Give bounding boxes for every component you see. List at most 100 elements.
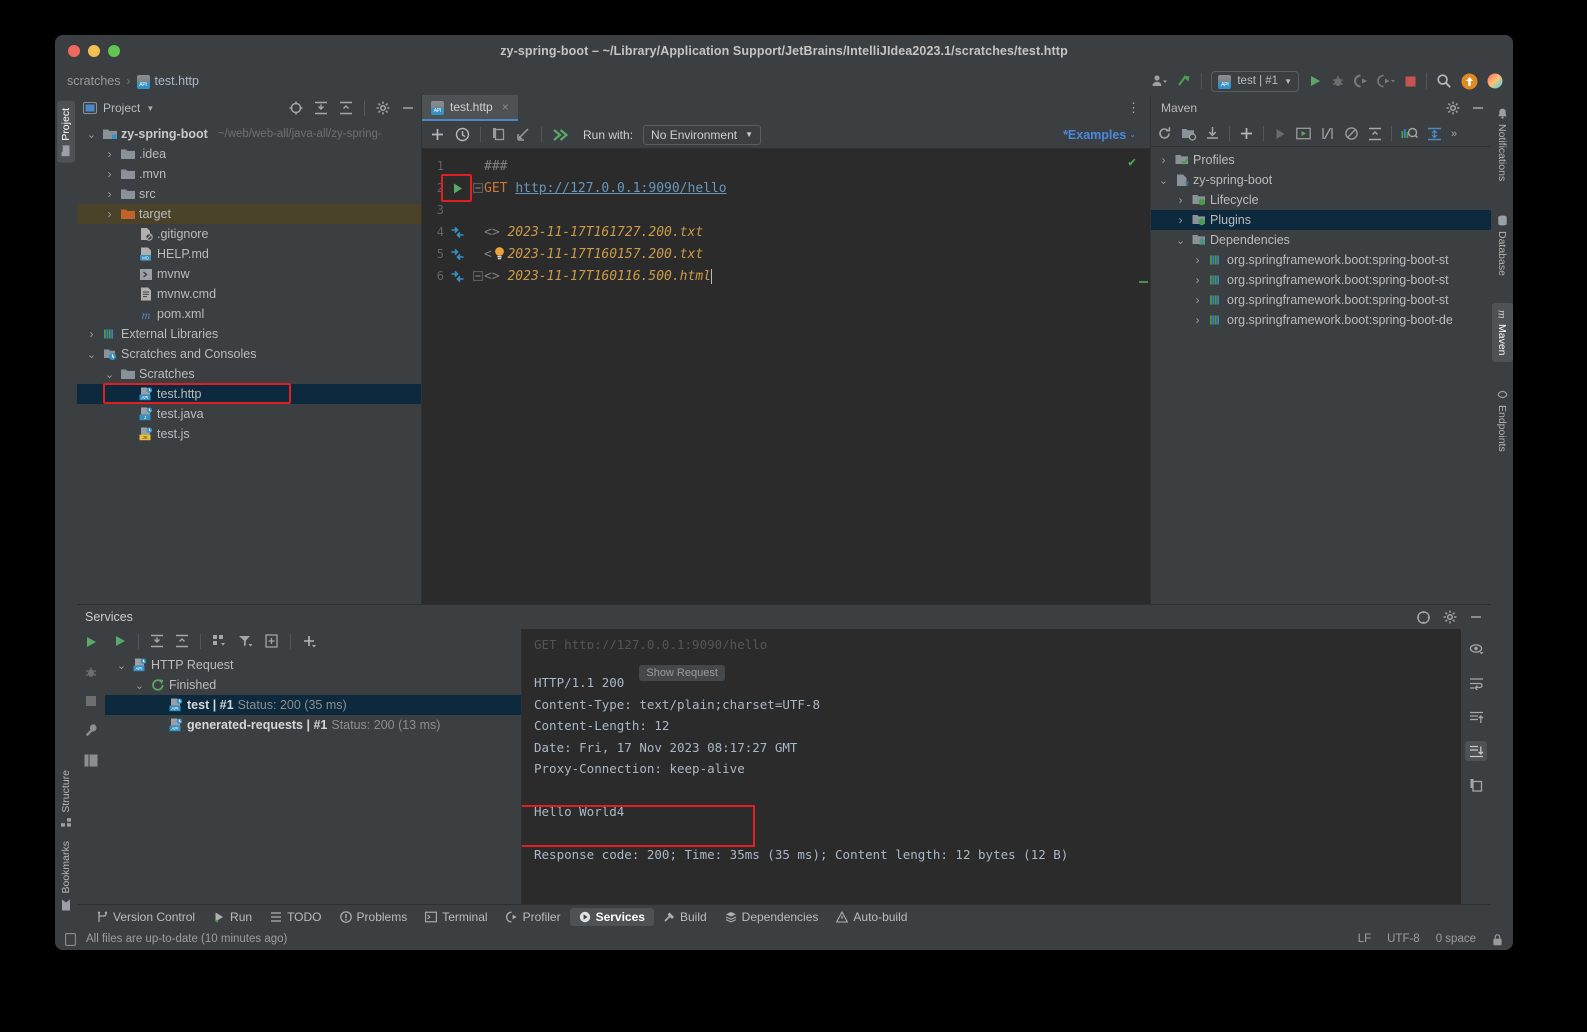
tree-node-target[interactable]: › target bbox=[77, 204, 421, 224]
ai-assistant-icon[interactable] bbox=[1487, 73, 1503, 89]
tool-window-tab-dependencies[interactable]: Dependencies bbox=[716, 908, 828, 926]
maven-tree-node[interactable]: › Profiles bbox=[1151, 150, 1491, 170]
line-separator-indicator[interactable]: LF bbox=[1358, 933, 1371, 945]
services-tree[interactable]: ⌄ API HTTP Request ⌄ Finished API test | #1 St… bbox=[105, 653, 521, 904]
response-output[interactable]: GET http://127.0.0.1:9090/hello Show Req… bbox=[522, 629, 1491, 904]
encoding-indicator[interactable]: UTF-8 bbox=[1387, 933, 1420, 945]
settings-gear-icon[interactable] bbox=[1446, 101, 1460, 115]
select-opened-file-icon[interactable] bbox=[289, 101, 303, 115]
services-tree-node[interactable]: ⌄ Finished bbox=[105, 675, 521, 695]
chevron-right-icon[interactable]: › bbox=[103, 147, 116, 161]
tool-window-tab-todo[interactable]: TODO bbox=[261, 908, 330, 926]
collapse-all-icon[interactable] bbox=[175, 634, 189, 648]
services-tree-node[interactable]: ⌄ API HTTP Request bbox=[105, 655, 521, 675]
tree-node-help-md[interactable]: MD HELP.md bbox=[77, 244, 421, 264]
maven-tree[interactable]: › Profiles ⌄ m zy-spring-boot › Lifecycle › Plug… bbox=[1151, 147, 1491, 604]
layout-icon[interactable] bbox=[84, 754, 98, 767]
settings-gear-icon[interactable] bbox=[1443, 610, 1457, 624]
add-request-icon[interactable] bbox=[430, 127, 445, 142]
collapse-all-icon[interactable] bbox=[339, 101, 353, 115]
run-icon[interactable] bbox=[1273, 127, 1287, 141]
convert-icon[interactable] bbox=[491, 127, 506, 142]
chevron-down-icon[interactable]: ⌄ bbox=[85, 128, 98, 141]
run-coverage-icon[interactable] bbox=[1354, 74, 1368, 88]
settings-gear-icon[interactable] bbox=[376, 101, 390, 115]
tree-node-scratches-and-consoles[interactable]: ⌄ Scratches and Consoles bbox=[77, 344, 421, 364]
maven-tree-node[interactable]: › Plugins bbox=[1151, 210, 1491, 230]
profiler-icon[interactable] bbox=[1377, 74, 1395, 88]
memory-indicator-icon[interactable] bbox=[65, 932, 76, 946]
group-icon[interactable] bbox=[212, 634, 227, 649]
history-clock-icon[interactable] bbox=[455, 127, 470, 142]
execute-goal-icon[interactable] bbox=[1296, 127, 1311, 140]
project-panel-title-group[interactable]: Project ▼ bbox=[83, 101, 154, 115]
compare-responses-icon[interactable] bbox=[444, 270, 470, 283]
tree-node-test-http[interactable]: API test.http bbox=[77, 383, 421, 404]
tree-node-mvnw[interactable]: mvnw bbox=[77, 264, 421, 284]
expand-all-icon[interactable] bbox=[314, 101, 328, 115]
show-request-button[interactable]: Show Request bbox=[639, 665, 725, 681]
examples-link[interactable]: *Examples ⌄ bbox=[1063, 128, 1142, 142]
soft-wrap-icon[interactable] bbox=[1465, 673, 1487, 693]
minimize-window-button[interactable] bbox=[88, 45, 100, 57]
show-dependencies-icon[interactable] bbox=[1401, 126, 1418, 141]
tool-window-tab-version-control[interactable]: Version Control bbox=[87, 908, 204, 926]
tool-window-tab-run[interactable]: Run bbox=[204, 908, 261, 926]
editor-fold-column[interactable] bbox=[472, 149, 484, 604]
project-tree[interactable]: ⌄ zy-spring-boot ~/web/web-all/java-all/zy… bbox=[77, 121, 421, 604]
fold-marker[interactable] bbox=[472, 177, 484, 199]
maven-tree-node[interactable]: › org.springframework.boot:spring-boot-de bbox=[1151, 310, 1491, 330]
editor-gutter[interactable]: 123 4 5 6 bbox=[422, 149, 472, 604]
gutter-line[interactable]: 6 bbox=[422, 265, 472, 287]
help-icon[interactable] bbox=[1416, 610, 1431, 625]
tab-test-http[interactable]: test.http × bbox=[422, 95, 518, 121]
indent-indicator[interactable]: 0 space bbox=[1436, 933, 1476, 945]
intention-bulb-icon[interactable] bbox=[493, 246, 506, 261]
chevron-right-icon[interactable]: › bbox=[103, 207, 116, 221]
breadcrumb-root[interactable]: scratches bbox=[67, 74, 121, 88]
chevron-right-icon[interactable]: › bbox=[103, 187, 116, 201]
add-maven-project-icon[interactable] bbox=[1181, 126, 1196, 141]
sidebar-item-maven[interactable]: m Maven bbox=[1491, 303, 1513, 363]
hide-icon[interactable] bbox=[1471, 101, 1485, 115]
maven-tree-node[interactable]: ⌄ Dependencies bbox=[1151, 230, 1491, 250]
chevron-down-icon[interactable]: ⌄ bbox=[85, 348, 98, 361]
tree-node--mvn[interactable]: › .mvn bbox=[77, 164, 421, 184]
maximize-window-button[interactable] bbox=[108, 45, 120, 57]
hide-icon[interactable] bbox=[401, 101, 415, 115]
maven-tree-node[interactable]: › Lifecycle bbox=[1151, 190, 1491, 210]
run-icon[interactable] bbox=[113, 634, 127, 648]
compare-responses-icon[interactable] bbox=[444, 226, 470, 239]
user-account-icon[interactable] bbox=[1151, 74, 1168, 88]
breadcrumb-file[interactable]: test.http bbox=[155, 74, 199, 88]
sidebar-item-structure[interactable]: Structure bbox=[57, 763, 75, 835]
compare-responses-icon[interactable] bbox=[444, 248, 470, 261]
sidebar-item-project[interactable]: Project bbox=[57, 101, 75, 163]
close-icon[interactable]: × bbox=[502, 100, 509, 114]
chevron-right-icon[interactable]: › bbox=[1157, 153, 1170, 167]
toggle-offline-icon[interactable] bbox=[1344, 126, 1359, 141]
updates-arrow-icon[interactable] bbox=[1176, 73, 1192, 89]
sidebar-item-database[interactable]: Database bbox=[1493, 208, 1511, 283]
tree-node-pom-xml[interactable]: m pom.xml bbox=[77, 304, 421, 324]
tree-node-scratches[interactable]: ⌄ Scratches bbox=[77, 364, 421, 384]
chevron-right-icon[interactable]: › bbox=[1174, 193, 1187, 207]
download-sources-icon[interactable] bbox=[1205, 126, 1220, 141]
import-icon[interactable] bbox=[516, 127, 531, 142]
close-window-button[interactable] bbox=[68, 45, 80, 57]
sidebar-item-endpoints[interactable]: Endpoints bbox=[1493, 382, 1511, 459]
chevron-down-icon[interactable]: ⌄ bbox=[1157, 174, 1170, 187]
copy-icon[interactable] bbox=[1465, 775, 1487, 795]
chevron-right-icon[interactable]: › bbox=[85, 327, 98, 341]
editor-options-icon[interactable]: ⋮ bbox=[1117, 95, 1150, 121]
filter-icon[interactable] bbox=[238, 634, 253, 649]
tree-node--gitignore[interactable]: .gitignore bbox=[77, 224, 421, 244]
gutter-line[interactable]: 2 bbox=[422, 174, 472, 202]
run-configuration-selector[interactable]: test | #1 ▼ bbox=[1211, 70, 1299, 92]
stop-icon[interactable] bbox=[1404, 75, 1417, 88]
chevron-right-icon[interactable]: › bbox=[1191, 293, 1204, 307]
more-icon[interactable]: » bbox=[1451, 128, 1457, 140]
window-controls[interactable] bbox=[68, 45, 120, 57]
tree-node-external-libraries[interactable]: › External Libraries bbox=[77, 324, 421, 344]
editor-marker-bar[interactable] bbox=[1138, 149, 1150, 604]
